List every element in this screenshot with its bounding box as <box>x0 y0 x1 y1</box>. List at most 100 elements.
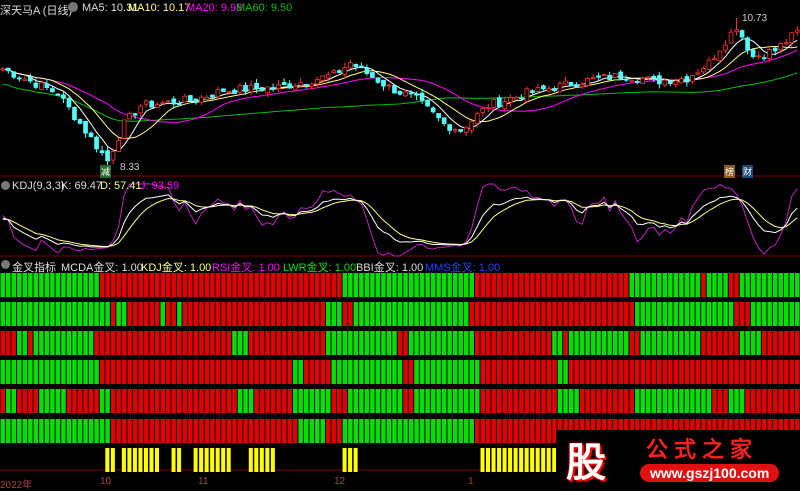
cross-cell <box>11 331 17 355</box>
cross-dropdown-icon[interactable] <box>1 260 10 269</box>
billboard-tag[interactable]: 榜 <box>724 165 736 178</box>
cross-cell <box>215 360 221 384</box>
cross-cell <box>673 360 679 384</box>
cross-cell <box>88 360 94 384</box>
cross-cell <box>623 273 629 297</box>
cross-cell <box>469 331 474 355</box>
signal-bar <box>513 448 518 472</box>
cross-cell <box>530 419 535 443</box>
cross-cell <box>331 331 337 355</box>
cross-cell <box>447 302 452 326</box>
cross-cell <box>463 360 469 384</box>
cross-cell <box>513 360 519 384</box>
candle <box>712 58 717 61</box>
finance-tag[interactable]: 财 <box>742 165 754 178</box>
cross-cell <box>397 360 403 384</box>
cross-cell <box>154 360 160 384</box>
cross-cell <box>303 331 309 355</box>
cross-cell <box>419 360 425 384</box>
signal-bar <box>497 448 502 472</box>
cross-cell <box>463 389 469 413</box>
cross-cell <box>524 389 530 413</box>
cross-cell <box>497 360 502 384</box>
kdj-dropdown-icon[interactable] <box>1 181 10 190</box>
cross-cell <box>44 273 50 297</box>
cross-cell <box>585 273 590 297</box>
cross-cell <box>210 389 215 413</box>
candle <box>557 82 563 93</box>
candle <box>127 113 132 120</box>
cross-cell <box>127 331 132 355</box>
cross-cell <box>789 331 794 355</box>
logo-char: 股 <box>566 441 606 485</box>
cross-cell <box>28 389 33 413</box>
candle <box>656 75 662 85</box>
cross-cell <box>83 273 88 297</box>
cross-cell <box>121 360 127 384</box>
cross-cell <box>375 360 381 384</box>
cross-cell <box>215 302 221 326</box>
cross-cell <box>745 389 750 413</box>
candle <box>232 89 237 94</box>
cross-cell <box>419 419 425 443</box>
dropdown-icon[interactable] <box>68 2 78 12</box>
cross-cell <box>508 273 513 297</box>
signal-bar <box>480 448 485 472</box>
candle <box>651 75 657 79</box>
cross-cell <box>519 302 524 326</box>
signal-bar <box>121 448 126 472</box>
cross-cell <box>149 273 154 297</box>
cross-cell <box>348 273 353 297</box>
cross-cell <box>254 273 259 297</box>
cross-cell <box>61 302 66 326</box>
candle <box>480 107 486 113</box>
candle <box>44 83 50 89</box>
cross-cell <box>668 389 673 413</box>
cross-cell <box>381 273 386 297</box>
cross-cell <box>767 302 772 326</box>
ma60-value: MA60: 9.50 <box>236 2 293 14</box>
cross-cell <box>177 389 182 413</box>
candle <box>552 88 557 92</box>
cross-cell <box>149 331 154 355</box>
cross-cell <box>331 389 337 413</box>
cross-cell <box>447 331 452 355</box>
cross-cell <box>281 273 287 297</box>
reduce-tag[interactable]: 减 <box>100 165 112 178</box>
cross-cell <box>33 419 39 443</box>
cross-cell <box>287 419 292 443</box>
cross-cell <box>287 331 292 355</box>
cross-cell <box>39 331 44 355</box>
cross-cell <box>138 389 143 413</box>
signal-bar <box>535 448 540 472</box>
cross-cell <box>546 331 552 355</box>
cross-cell <box>61 389 66 413</box>
cross-cell <box>480 389 486 413</box>
cross-cell <box>480 302 486 326</box>
cross-cell <box>287 273 292 297</box>
cross-cell <box>105 360 110 384</box>
cross-cell <box>0 419 6 443</box>
cross-cell <box>701 302 706 326</box>
cross-cell <box>783 302 789 326</box>
signal-bar <box>127 448 132 472</box>
cross-cell <box>452 273 458 297</box>
cross-cell <box>590 389 596 413</box>
candle <box>447 124 452 131</box>
cross-cell <box>607 389 612 413</box>
cross-cell <box>513 419 519 443</box>
candle <box>414 93 419 96</box>
cross-cell <box>419 331 425 355</box>
cross-cell <box>386 302 392 326</box>
cross-cell <box>215 419 221 443</box>
cross-cell <box>204 273 210 297</box>
cross-cell <box>772 389 778 413</box>
cross-cell <box>320 273 326 297</box>
cross-cell <box>28 302 33 326</box>
cross-cell <box>375 302 381 326</box>
cross-cell <box>66 389 72 413</box>
cross-cell <box>778 360 783 384</box>
candle <box>5 67 11 72</box>
candle <box>309 83 315 87</box>
cross-cell <box>154 302 160 326</box>
